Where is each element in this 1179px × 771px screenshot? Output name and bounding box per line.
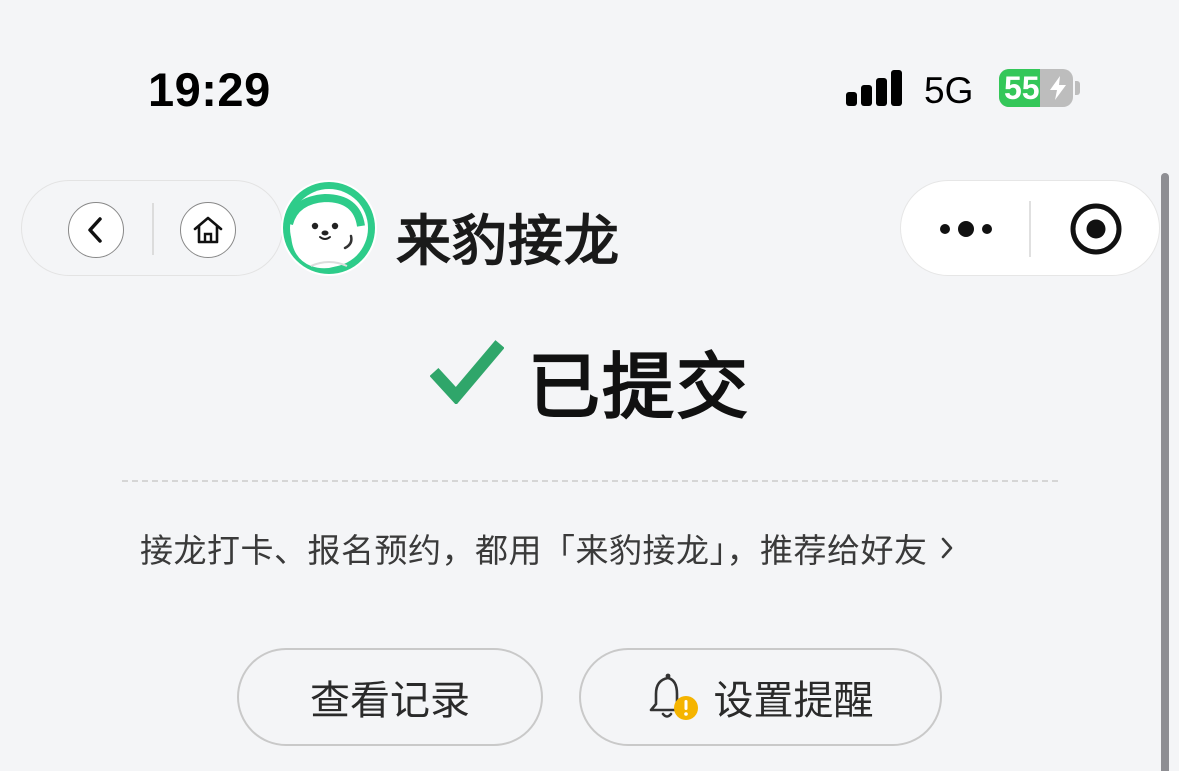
menu-capsule xyxy=(900,180,1160,276)
chevron-left-icon xyxy=(88,217,102,243)
nav-capsule xyxy=(21,180,283,276)
app-title: 来豹接龙 xyxy=(396,209,621,273)
charging-bolt-icon xyxy=(1050,76,1066,100)
home-icon xyxy=(193,216,223,244)
target-circle-icon xyxy=(1070,203,1122,255)
recommend-text: 接龙打卡、报名预约，都用「来豹接龙」，推荐给好友 xyxy=(140,531,928,570)
chevron-right-icon xyxy=(941,537,952,559)
battery-cap xyxy=(1075,81,1080,95)
scrollbar[interactable] xyxy=(1161,173,1169,771)
dashed-divider xyxy=(122,480,1058,482)
battery-icon: 55 xyxy=(999,69,1073,107)
view-records-label: 查看记录 xyxy=(310,678,470,724)
close-button[interactable] xyxy=(1051,199,1141,259)
menu-divider xyxy=(1029,201,1031,257)
app-logo xyxy=(281,180,377,276)
network-label: 5G xyxy=(924,70,974,111)
more-dots-icon xyxy=(940,221,992,237)
set-reminder-button[interactable]: 设置提醒 xyxy=(579,648,942,746)
nav-divider xyxy=(152,203,154,255)
recommend-link[interactable]: 接龙打卡、报名预约，都用「来豹接龙」，推荐给好友 xyxy=(140,524,954,572)
seal-mascot-icon xyxy=(283,182,375,274)
set-reminder-label: 设置提醒 xyxy=(713,678,874,724)
checkmark-icon xyxy=(430,340,504,404)
home-button[interactable] xyxy=(180,202,236,258)
submitted-title: 已提交 xyxy=(528,345,751,429)
signal-icon xyxy=(846,70,906,106)
battery-level: 55 xyxy=(1004,70,1040,106)
view-records-button[interactable]: 查看记录 xyxy=(237,648,543,746)
more-button[interactable] xyxy=(921,199,1011,259)
bell-warning-icon xyxy=(649,673,698,720)
page: 19:29 5G 55 来豹接龙 已提交 接龙打卡、报名预约，都用「来豹接龙」，… xyxy=(0,0,1179,771)
back-button[interactable] xyxy=(68,202,124,258)
status-time: 19:29 xyxy=(148,63,271,116)
